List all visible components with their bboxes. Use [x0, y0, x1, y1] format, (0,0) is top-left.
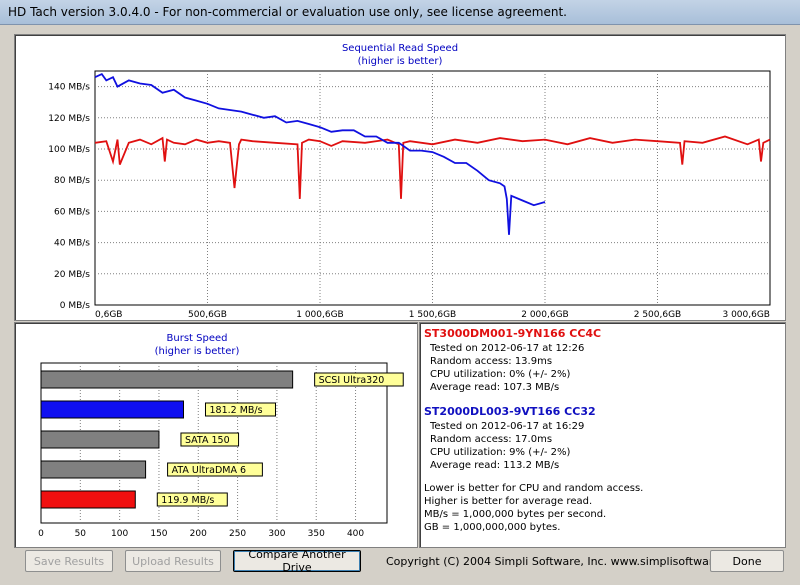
- x-tick-label: 1 000,6GB: [296, 310, 344, 320]
- client-area: Sequential Read Speed (higher is better)…: [6, 26, 794, 579]
- drive1-name: ST3000DM001-9YN166 CC4C: [424, 327, 602, 340]
- title-bar[interactable]: HD Tach version 3.0.4.0 - For non-commer…: [0, 0, 800, 25]
- y-tick-label: 80 MB/s: [54, 176, 90, 186]
- sequential-read-chart: Sequential Read Speed (higher is better)…: [48, 43, 771, 320]
- chart-title: Sequential Read Speed: [342, 43, 458, 54]
- note-line: Higher is better for average read.: [424, 496, 593, 507]
- drive1-random-access: Random access: 13.9ms: [430, 356, 553, 367]
- drive2-average: Average read: 113.2 MB/s: [430, 460, 560, 471]
- note-line: MB/s = 1,000,000 bytes per second.: [424, 509, 607, 520]
- burst-bar: [40, 400, 184, 419]
- compare-another-drive-button[interactable]: Compare Another Drive: [233, 548, 361, 574]
- burst-bar-label: SATA 150: [185, 435, 230, 446]
- x-tick-label: 0,6GB: [95, 310, 122, 320]
- burst-bar: [40, 370, 294, 389]
- y-tick-label: 140 MB/s: [48, 83, 90, 93]
- x-tick-label: 50: [75, 529, 87, 539]
- x-tick-label: 250: [229, 529, 246, 539]
- drive1-average: Average read: 107.3 MB/s: [430, 382, 560, 393]
- burst-bar-label: 181.2 MB/s: [209, 405, 262, 416]
- burst-speed-chart: Burst Speed (higher is better) SCSI Ultr…: [38, 333, 404, 539]
- drive2-name: ST2000DL003-9VT166 CC32: [424, 405, 596, 418]
- burst-title: Burst Speed: [167, 333, 228, 344]
- note-line: GB = 1,000,000,000 bytes.: [424, 522, 561, 533]
- drive1-tested: Tested on 2012-06-17 at 12:26: [430, 343, 585, 354]
- y-tick-label: 40 MB/s: [54, 239, 90, 249]
- x-tick-label: 350: [308, 529, 325, 539]
- window-title: HD Tach version 3.0.4.0 - For non-commer…: [8, 5, 567, 19]
- drive2-tested: Tested on 2012-06-17 at 16:29: [430, 421, 585, 432]
- burst-bar-label: ATA UltraDMA 6: [172, 465, 246, 476]
- sequential-read-panel: Sequential Read Speed (higher is better)…: [14, 34, 786, 321]
- y-tick-label: 0 MB/s: [60, 301, 91, 311]
- results-info-panel: ST3000DM001-9YN166 CC4C Tested on 2012-0…: [419, 322, 786, 548]
- drive2-random-access: Random access: 17.0ms: [430, 434, 553, 445]
- burst-bar: [40, 460, 147, 479]
- x-tick-label: 2 000,6GB: [521, 310, 569, 320]
- x-tick-label: 1 500,6GB: [409, 310, 457, 320]
- x-tick-label: 200: [190, 529, 207, 539]
- x-tick-label: 150: [150, 529, 167, 539]
- drive1-cpu: CPU utilization: 0% (+/- 2%): [430, 369, 571, 380]
- x-tick-label: 3 000,6GB: [722, 310, 770, 320]
- drive2-cpu: CPU utilization: 9% (+/- 2%): [430, 447, 571, 458]
- x-tick-label: 300: [268, 529, 285, 539]
- x-tick-label: 0: [38, 529, 44, 539]
- y-tick-label: 120 MB/s: [48, 114, 90, 124]
- done-button[interactable]: Done: [710, 550, 784, 572]
- app-window: HD Tach version 3.0.4.0 - For non-commer…: [0, 0, 800, 585]
- burst-bar-label: 119.9 MB/s: [161, 495, 214, 506]
- x-tick-label: 400: [347, 529, 364, 539]
- x-tick-label: 500,6GB: [188, 310, 227, 320]
- burst-subtitle: (higher is better): [155, 346, 240, 357]
- chart-subtitle: (higher is better): [358, 56, 443, 67]
- y-tick-label: 60 MB/s: [54, 207, 90, 217]
- y-tick-label: 100 MB/s: [48, 145, 90, 155]
- x-tick-label: 2 500,6GB: [634, 310, 682, 320]
- copyright-text: Copyright (C) 2004 Simpli Software, Inc.…: [386, 555, 747, 568]
- y-tick-label: 20 MB/s: [54, 270, 90, 280]
- note-line: Lower is better for CPU and random acces…: [424, 483, 644, 494]
- x-tick-label: 100: [111, 529, 128, 539]
- burst-bar: [40, 490, 136, 509]
- burst-speed-panel: Burst Speed (higher is better) SCSI Ultr…: [14, 322, 418, 548]
- upload-results-button[interactable]: Upload Results: [125, 550, 221, 572]
- burst-bar-label: SCSI Ultra320: [319, 375, 385, 386]
- save-results-button[interactable]: Save Results: [25, 550, 113, 572]
- burst-bar: [40, 430, 160, 449]
